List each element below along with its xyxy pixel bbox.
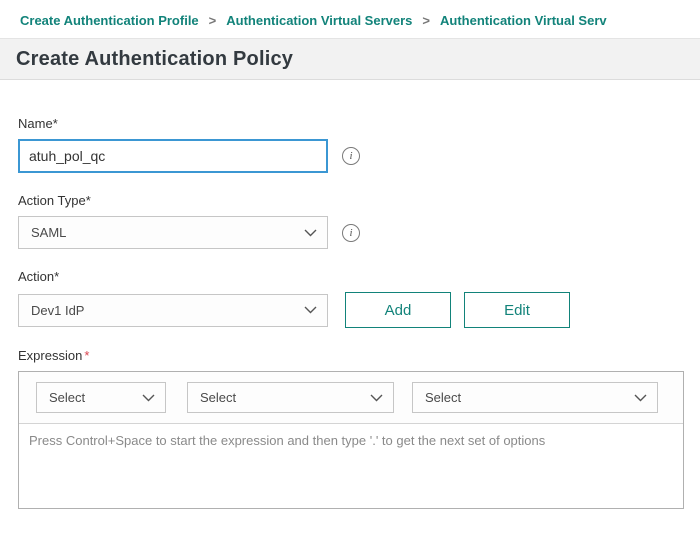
expression-field-group: Expression* Select Select Select — [18, 348, 684, 509]
name-input[interactable] — [18, 139, 328, 173]
name-required-marker: * — [53, 116, 58, 131]
expression-label: Expression* — [18, 348, 684, 363]
chevron-down-icon — [304, 229, 317, 237]
name-field-group: Name* i — [18, 116, 684, 173]
breadcrumb-item-authentication-virtual-servers[interactable]: Authentication Virtual Servers — [226, 13, 412, 28]
action-required-marker: * — [54, 269, 59, 284]
expression-select-2[interactable]: Select — [187, 382, 394, 413]
expression-builder: Select Select Select — [18, 371, 684, 509]
breadcrumb: Create Authentication Profile > Authenti… — [0, 0, 700, 38]
chevron-down-icon — [304, 306, 317, 314]
action-type-field-group: Action Type* SAML i — [18, 193, 684, 249]
expression-required-marker: * — [84, 348, 89, 363]
chevron-down-icon — [370, 394, 383, 402]
action-type-select[interactable]: SAML — [18, 216, 328, 249]
chevron-down-icon — [142, 394, 155, 402]
action-type-label: Action Type* — [18, 193, 684, 208]
breadcrumb-item-authentication-virtual-servers-truncated[interactable]: Authentication Virtual Serv — [440, 13, 607, 28]
breadcrumb-separator: > — [209, 13, 217, 28]
action-type-selected-value: SAML — [31, 225, 304, 240]
info-icon[interactable]: i — [342, 147, 360, 165]
action-select[interactable]: Dev1 IdP — [18, 294, 328, 327]
chevron-down-icon — [634, 394, 647, 402]
info-icon[interactable]: i — [342, 224, 360, 242]
page-title: Create Authentication Policy — [16, 48, 293, 71]
expression-toolbar: Select Select Select — [19, 372, 683, 424]
name-label: Name* — [18, 116, 684, 131]
expression-select-1-value: Select — [49, 390, 142, 405]
form-content: Name* i Action Type* SAML i Action* Dev1… — [0, 80, 700, 509]
action-label: Action* — [18, 269, 684, 284]
expression-select-3-value: Select — [425, 390, 634, 405]
action-field-group: Action* Dev1 IdP Add Edit — [18, 269, 684, 328]
edit-button[interactable]: Edit — [464, 292, 570, 328]
action-type-required-marker: * — [86, 193, 91, 208]
expression-select-3[interactable]: Select — [412, 382, 658, 413]
page-header: Create Authentication Policy — [0, 38, 700, 80]
add-button[interactable]: Add — [345, 292, 451, 328]
expression-textarea[interactable] — [19, 424, 683, 508]
expression-select-2-value: Select — [200, 390, 370, 405]
breadcrumb-item-create-authentication-profile[interactable]: Create Authentication Profile — [20, 13, 199, 28]
expression-select-1[interactable]: Select — [36, 382, 166, 413]
action-selected-value: Dev1 IdP — [31, 303, 304, 318]
breadcrumb-separator: > — [422, 13, 430, 28]
